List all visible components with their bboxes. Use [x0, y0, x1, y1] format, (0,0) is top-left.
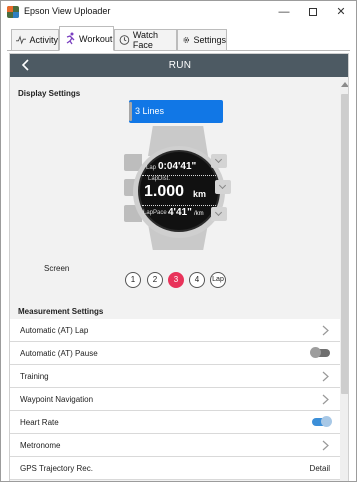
row1-dropdown-button[interactable]: [211, 154, 227, 168]
app-logo-icon: [7, 6, 19, 18]
row2-value: 1.000: [144, 183, 185, 200]
list-item-automatic-lap[interactable]: Automatic (AT) Lap: [10, 319, 340, 342]
list-item-label: Automatic (AT) Lap: [20, 326, 89, 335]
row3-unit: /km: [194, 211, 204, 217]
row1-label: Lap: [146, 165, 157, 171]
list-item-label: Training: [20, 372, 49, 381]
window-title: Epson View Uploader: [24, 6, 111, 16]
tab-watch-face[interactable]: Watch Face: [114, 29, 177, 51]
list-item-training[interactable]: Training: [10, 365, 340, 388]
row1-value: 0:04'41": [158, 161, 197, 172]
chevron-right-icon: [322, 440, 329, 451]
list-item-label: Heart Rate: [20, 418, 59, 427]
heart-rate-toggle[interactable]: [312, 416, 332, 427]
list-item-waypoint-navigation[interactable]: Waypoint Navigation: [10, 388, 340, 411]
maximize-icon: [309, 8, 317, 17]
minimize-button[interactable]: —: [271, 1, 297, 23]
gps-trajectory-value: Detail: [309, 464, 330, 473]
screen-3-button[interactable]: 3: [168, 272, 184, 288]
gear-icon: [183, 37, 190, 43]
app-window: Epson View Uploader — ✕ Activity Workout…: [0, 0, 357, 482]
screen-4-button[interactable]: 4: [189, 272, 205, 288]
tab-watch-face-label: Watch Face: [132, 30, 159, 50]
screen-2-button[interactable]: 2: [147, 272, 163, 288]
automatic-pause-toggle[interactable]: [310, 347, 330, 358]
tab-activity-label: Activity: [29, 35, 58, 45]
chevron-right-icon: [322, 371, 329, 382]
tab-workout[interactable]: Workout: [59, 26, 114, 51]
chevron-right-icon: [322, 394, 329, 405]
list-item-metronome[interactable]: Metronome: [10, 434, 340, 457]
screen-1-button[interactable]: 1: [125, 272, 141, 288]
list-item-gps-trajectory[interactable]: GPS Trajectory Rec. Detail: [10, 457, 340, 480]
list-item-label: GPS Trajectory Rec.: [20, 464, 93, 473]
close-button[interactable]: ✕: [328, 1, 354, 23]
tab-settings[interactable]: Settings: [177, 29, 227, 51]
workout-panel: RUN Display Settings 3 Lines Lap 0:04'41…: [9, 53, 349, 481]
row3-dropdown-button[interactable]: [211, 207, 227, 221]
maximize-button[interactable]: [300, 1, 326, 23]
list-item-heart-rate: Heart Rate: [10, 411, 340, 434]
row3-label: LapPace: [143, 210, 167, 216]
tab-activity[interactable]: Activity: [11, 29, 59, 51]
list-item-label: Waypoint Navigation: [20, 395, 94, 404]
screen-label: Screen: [44, 264, 70, 273]
measurement-settings-heading: Measurement Settings: [18, 307, 104, 316]
row-separator: [142, 205, 216, 206]
list-item-label: Metronome: [20, 441, 61, 450]
row2-dropdown-button[interactable]: [215, 180, 231, 194]
row3-value: 4'41": [168, 207, 192, 218]
screen-lap-button[interactable]: Lap: [210, 272, 226, 288]
tab-workout-label: Workout: [79, 33, 113, 44]
watch-face-icon: [119, 35, 130, 45]
activity-icon: [16, 35, 27, 45]
runner-icon: [66, 32, 75, 45]
tab-settings-label: Settings: [193, 35, 226, 45]
title-bar: Epson View Uploader — ✕: [1, 1, 356, 24]
list-item-label: Automatic (AT) Pause: [20, 349, 98, 358]
row2-label: LapDist.: [148, 176, 171, 182]
chevron-right-icon: [322, 325, 329, 336]
list-item-automatic-pause: Automatic (AT) Pause: [10, 342, 340, 365]
row2-unit: km: [193, 189, 207, 199]
